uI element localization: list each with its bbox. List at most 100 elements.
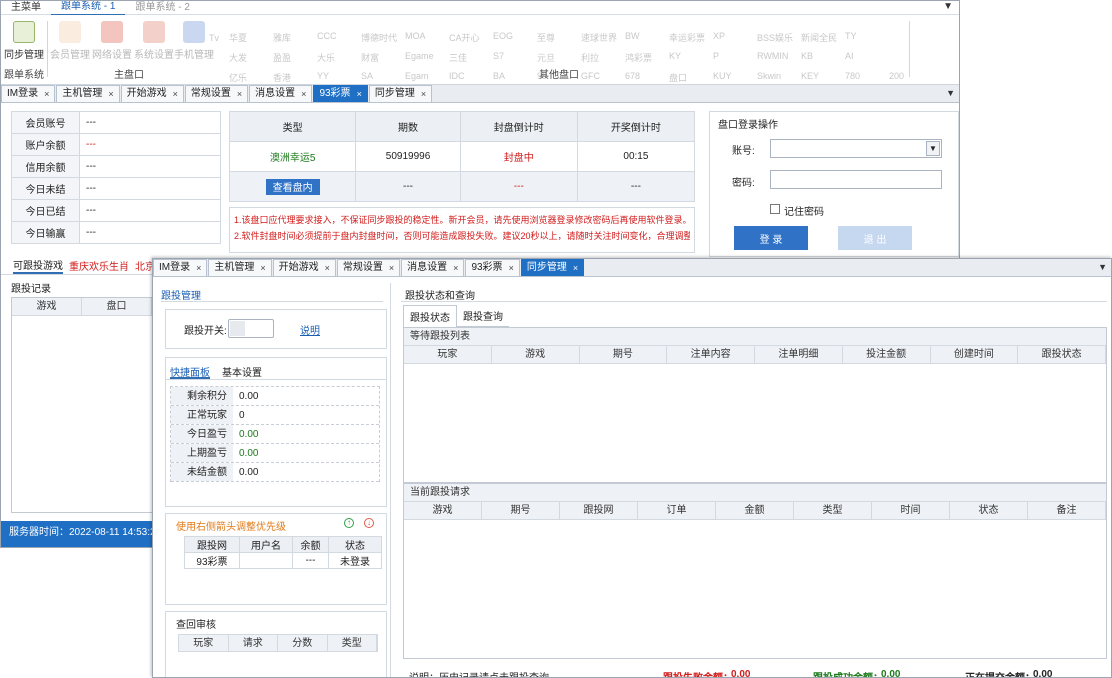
doc-tab-3[interactable]: 常规设置 × — [184, 85, 249, 102]
status-query-panel: 跟投状态和查询 跟投状态 跟投查询 等待跟投列表 玩家 游戏 期号 注单内容 注单明细投… — [401, 283, 1111, 678]
doc2-tab-5[interactable]: 93彩票 × — [465, 259, 520, 276]
close-icon[interactable]: × — [357, 86, 362, 102]
current-col[interactable]: 备注 — [1028, 502, 1106, 519]
waiting-col[interactable]: 玩家 — [404, 346, 492, 363]
arrow-up-icon[interactable]: ↑ — [344, 518, 354, 528]
doc-tab-2[interactable]: 开始游戏 × — [120, 85, 184, 102]
member-manage-button[interactable]: 会员管理 — [49, 21, 91, 61]
game-item-1[interactable]: 重庆欢乐生肖 — [69, 258, 129, 273]
doc2-tab-1[interactable]: 主机管理 × — [208, 259, 272, 276]
tabs-dropdown-icon-front[interactable]: ▼ — [1098, 262, 1107, 272]
chevron-down-icon[interactable]: ▼ — [926, 141, 940, 156]
close-icon[interactable]: × — [260, 260, 265, 276]
doc-tab-0[interactable]: IM登录 × — [1, 85, 56, 102]
explain-link[interactable]: 说明 — [300, 322, 320, 337]
doc2-tab-6[interactable]: 同步管理 × — [520, 259, 585, 276]
ribbon-group-main-label: 主盘口 — [114, 70, 144, 81]
close-icon[interactable]: × — [301, 86, 306, 102]
faded-platform-item: BSS娱乐 — [757, 33, 794, 43]
table-row[interactable]: 93彩票 --- 未登录 — [184, 552, 383, 569]
follow-switch-toggle[interactable] — [228, 319, 274, 338]
doc2-tab-0[interactable]: IM登录 × — [153, 259, 208, 276]
current-col[interactable]: 期号 — [482, 502, 560, 519]
account-value: --- — [79, 177, 221, 200]
query-tab[interactable]: 跟投查询 — [457, 305, 509, 327]
doc-tab-5[interactable]: 93彩票 × — [313, 85, 368, 102]
close-icon[interactable]: × — [573, 260, 578, 276]
waiting-col[interactable]: 游戏 — [492, 346, 580, 363]
waiting-col[interactable]: 期号 — [580, 346, 668, 363]
current-col[interactable]: 金额 — [716, 502, 794, 519]
current-col[interactable]: 跟投网 — [560, 502, 638, 519]
divider — [401, 301, 1107, 302]
stat-row: 今日盈亏 0.00 — [171, 425, 379, 444]
account-value: --- — [79, 199, 221, 222]
close-icon[interactable]: × — [108, 86, 113, 102]
faded-platform-item: KB — [801, 51, 814, 61]
site-user — [238, 552, 294, 569]
review-col-score: 分数 — [278, 635, 328, 651]
password-input[interactable] — [770, 170, 942, 189]
doc-tab-4[interactable]: 消息设置 × — [249, 85, 313, 102]
status-tab[interactable]: 跟投状态 — [403, 305, 457, 327]
doc2-tab-4[interactable]: 消息设置 × — [401, 259, 465, 276]
doc-tab-6[interactable]: 同步管理 × — [368, 85, 433, 102]
ribbon-group-follow-label: 跟单系统 — [4, 70, 44, 81]
stat-value: 0 — [239, 410, 245, 421]
stat-key: 剩余积分 — [171, 387, 233, 405]
doc2-tab-3[interactable]: 常规设置 × — [336, 259, 401, 276]
close-icon[interactable]: × — [325, 260, 330, 276]
current-col[interactable]: 游戏 — [404, 502, 482, 519]
close-icon[interactable]: × — [389, 260, 394, 276]
ribbon-collapse-icon[interactable]: ▼ — [943, 1, 953, 12]
game-period-value: 50919996 — [355, 141, 461, 172]
row3-dash-2: --- — [459, 171, 578, 202]
waiting-col[interactable]: 跟投状态 — [1018, 346, 1106, 363]
doc-tab-1[interactable]: 主机管理 × — [56, 85, 120, 102]
current-col[interactable]: 状态 — [950, 502, 1028, 519]
close-icon[interactable]: × — [453, 260, 458, 276]
close-icon[interactable]: × — [173, 86, 178, 102]
arrow-down-icon[interactable]: ↓ — [364, 518, 374, 528]
sync-manage-button[interactable]: 同步管理 — [3, 21, 45, 61]
ribbon-tabs: 主菜单 跟单系统 - 1 跟单系统 - 2 ▼ — [1, 1, 959, 16]
ribbon-tab-follow-1[interactable]: 跟单系统 - 1 — [51, 1, 126, 16]
account-select[interactable]: ▼ — [770, 139, 942, 158]
games-tab[interactable]: 可跟投游戏 — [13, 257, 63, 274]
close-icon[interactable]: × — [196, 260, 201, 276]
quick-tab[interactable]: 快捷面板 — [170, 364, 210, 379]
faded-platform-item: 利拉 — [581, 53, 600, 63]
close-icon[interactable]: × — [421, 86, 426, 102]
tabs-dropdown-icon[interactable]: ▼ — [946, 88, 955, 98]
current-col[interactable]: 时间 — [872, 502, 950, 519]
faded-platform-item: 速球世界 — [581, 33, 618, 43]
success-amount-value: 0.00 — [881, 669, 901, 678]
current-col[interactable]: 类型 — [794, 502, 872, 519]
game-close-value: 封盘中 — [459, 141, 578, 172]
member-icon — [59, 21, 81, 43]
row3-dash-3: --- — [576, 171, 696, 202]
login-button[interactable]: 登 录 — [734, 226, 808, 250]
close-icon[interactable]: × — [237, 86, 242, 102]
close-icon[interactable]: × — [509, 260, 514, 276]
ribbon-group-main: 会员管理 网络设置 系统设置 手机管理 主盘口 — [49, 19, 214, 81]
doc2-tab-2[interactable]: 开始游戏 × — [272, 259, 336, 276]
waiting-col[interactable]: 注单内容 — [667, 346, 755, 363]
tab-label: 同步管理 — [526, 262, 567, 273]
doc-tabs: IM登录 × 主机管理 × 开始游戏 × 常规设置 × 消息设置 × 93彩票 × 同步管理 × ▼ — [1, 85, 959, 103]
logout-button[interactable]: 退 出 — [838, 226, 912, 250]
close-icon[interactable]: × — [44, 86, 49, 102]
remember-checkbox[interactable] — [770, 204, 780, 214]
ribbon-tab-main[interactable]: 主菜单 — [1, 1, 51, 15]
ribbon-tab-follow-2[interactable]: 跟单系统 - 2 — [125, 1, 199, 15]
waiting-col[interactable]: 投注金额 — [843, 346, 931, 363]
network-settings-button[interactable]: 网络设置 — [91, 21, 133, 61]
system-settings-button[interactable]: 系统设置 — [133, 21, 175, 61]
current-col[interactable]: 订单 — [638, 502, 716, 519]
record-table: 游戏 盘口 — [11, 297, 153, 513]
waiting-col[interactable]: 注单明细 — [755, 346, 843, 363]
view-inner-button[interactable]: 查看盘内 — [265, 178, 320, 195]
basic-tab[interactable]: 基本设置 — [222, 364, 262, 379]
waiting-col[interactable]: 创建时间 — [931, 346, 1019, 363]
game-item-2[interactable]: 北京赛 — [135, 258, 153, 273]
